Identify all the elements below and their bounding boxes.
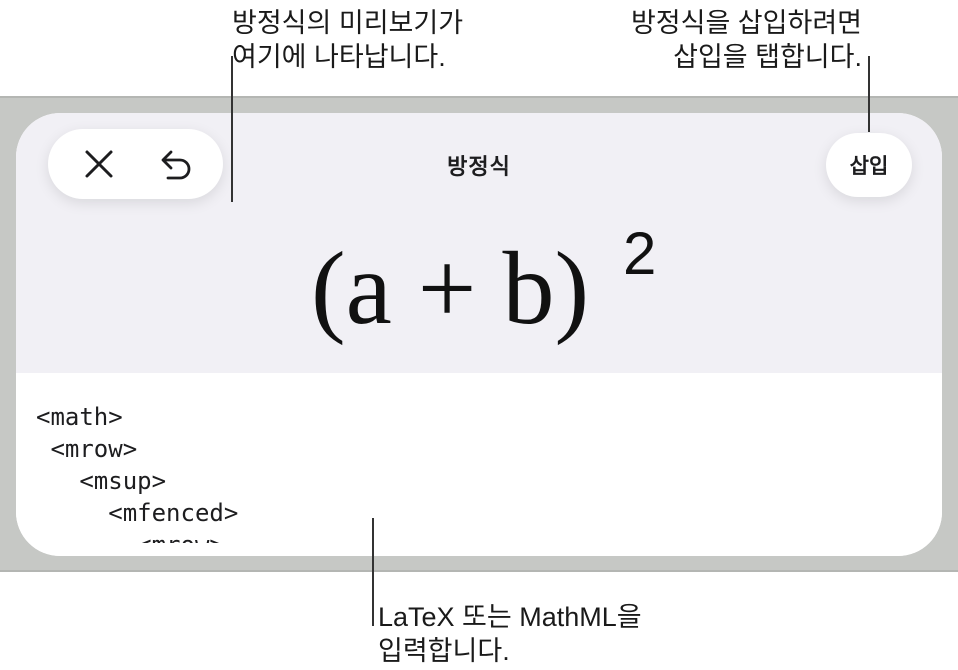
code-line: <mrow> <box>36 435 138 463</box>
code-line: <math> <box>36 403 123 431</box>
insert-callout-line1: 방정식을 삽입하려면 <box>630 8 862 38</box>
equation-sheet: 방정식 삽입 (a + b) 2 <math> <mrow> <msup> <m… <box>16 113 942 556</box>
insert-callout-line2: 삽입을 탭합니다. <box>673 42 862 72</box>
input-callout-leader <box>372 518 374 626</box>
code-line: <mrow> <box>36 531 224 543</box>
code-line: <mfenced> <box>36 499 239 527</box>
equation-preview-formula: (a + b) <box>311 231 590 346</box>
sheet-title: 방정식 <box>447 154 511 179</box>
insert-callout-leader <box>868 56 870 132</box>
preview-callout-line2: 여기에 나타납니다. <box>232 42 446 72</box>
input-callout-line2: 입력합니다. <box>378 636 510 666</box>
code-line: <msup> <box>36 467 167 495</box>
equation-preview-exponent: 2 <box>623 220 657 287</box>
equation-preview-area: 방정식 삽입 (a + b) 2 <box>16 113 942 373</box>
equation-code[interactable]: <math> <mrow> <msup> <mfenced> <mrow> <box>36 401 238 543</box>
preview-callout-line1: 방정식의 미리보기가 <box>232 8 464 38</box>
input-callout-line1: LaTeX 또는 MathML을 <box>378 602 642 632</box>
equation-input-field[interactable]: <math> <mrow> <msup> <mfenced> <mrow> <box>16 373 942 556</box>
preview-callout-leader <box>231 56 233 202</box>
insert-button[interactable]: 삽입 <box>826 133 912 197</box>
